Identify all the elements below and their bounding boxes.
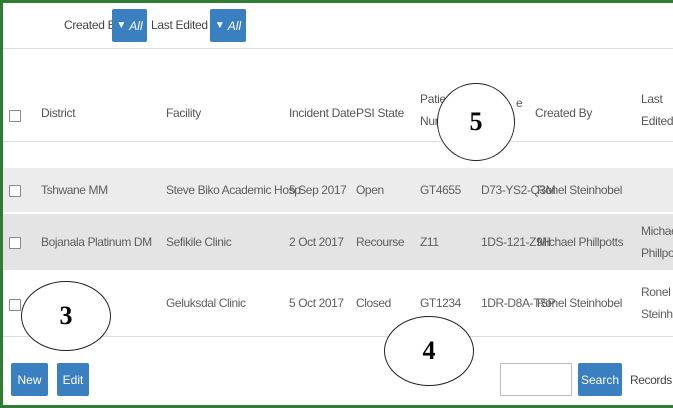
cell-psi-state: Closed — [356, 296, 391, 310]
cell-created-by: Ronel Steinhobel — [537, 296, 623, 310]
funnel-icon: ▼ — [116, 20, 127, 31]
cell-incident-date: 2 Oct 2017 — [289, 235, 344, 249]
cell-facility: Steve Biko Academic Hosp — [166, 183, 301, 197]
select-all-checkbox[interactable] — [9, 110, 21, 122]
created-by-filter-button[interactable]: ▼ All — [112, 9, 147, 42]
cell-psi-state: Recourse — [356, 235, 405, 249]
cell-incident-date: 5 Sep 2017 — [289, 183, 347, 197]
cell-district: Tshwane MM — [41, 183, 108, 197]
cell-psi-state: Open — [356, 183, 384, 197]
last-edited-by-filter-button[interactable]: ▼ All — [210, 9, 246, 42]
header-divider — [3, 141, 673, 142]
column-header-last-edited-line1: Last — [641, 92, 663, 106]
cell-last-edited-by: Ronel Steinhobel — [641, 281, 673, 325]
row-checkbox[interactable] — [9, 299, 21, 311]
cell-facility: Geluksdal Clinic — [166, 296, 246, 310]
column-header-created-by[interactable]: Created By — [535, 102, 592, 124]
edit-button[interactable]: Edit — [57, 363, 89, 396]
search-input[interactable] — [500, 363, 572, 396]
row-checkbox[interactable] — [9, 237, 21, 249]
table-bottom-divider — [3, 336, 673, 337]
cell-created-by: Ronel Steinhobel — [537, 183, 623, 197]
created-by-filter-value: All — [129, 18, 143, 33]
callout-3: 3 — [21, 281, 111, 351]
cell-district: Bojanala Platinum DM — [41, 235, 152, 249]
column-header-psi-state[interactable]: PSI State — [356, 102, 404, 124]
cell-last-edited-line2: Phillpotts — [641, 246, 673, 260]
table-row[interactable]: Bojanala Platinum DM Sefikile Clinic 2 O… — [3, 214, 673, 270]
records-count: Records 1 t — [630, 373, 673, 387]
cell-last-edited-by: Michael Phillpotts — [641, 220, 673, 264]
cell-last-edited-line1: Ronel — [641, 285, 671, 299]
cell-last-edited-line2: Steinhobel — [641, 307, 673, 321]
cell-incident-date: 5 Oct 2017 — [289, 296, 344, 310]
cell-patient-number: GT1234 — [420, 296, 461, 310]
filter-divider — [3, 48, 673, 49]
table-row[interactable]: Tshwane MM Steve Biko Academic Hosp 5 Se… — [3, 168, 673, 212]
row-checkbox[interactable] — [9, 185, 21, 197]
column-header-facility[interactable]: Facility — [166, 102, 201, 124]
new-button[interactable]: New — [11, 363, 48, 396]
cell-created-by: Michael Phillpotts — [537, 235, 624, 249]
filter-bar: Created By ▼ All Last Edited By ▼ All — [3, 3, 673, 50]
column-header-district[interactable]: District — [41, 102, 76, 124]
last-edited-by-filter-value: All — [227, 18, 242, 33]
incident-list-panel: Created By ▼ All Last Edited By ▼ All Di… — [0, 0, 673, 408]
callout-4: 4 — [384, 316, 474, 386]
column-header-last-edited-line2: Edited By — [641, 114, 673, 128]
callout-5: 5 — [437, 83, 515, 161]
column-header-incident-date[interactable]: Incident Date — [289, 102, 356, 124]
search-button[interactable]: Search — [578, 363, 622, 396]
cell-facility: Sefikile Clinic — [166, 235, 232, 249]
column-header-reference[interactable]: e — [516, 92, 523, 114]
column-header-last-edited-by[interactable]: Last Edited By — [641, 88, 673, 132]
cell-patient-number: Z11 — [420, 235, 439, 249]
cell-patient-number: GT4655 — [420, 183, 461, 197]
cell-last-edited-line1: Michael — [641, 224, 673, 238]
funnel-icon: ▼ — [214, 20, 225, 31]
